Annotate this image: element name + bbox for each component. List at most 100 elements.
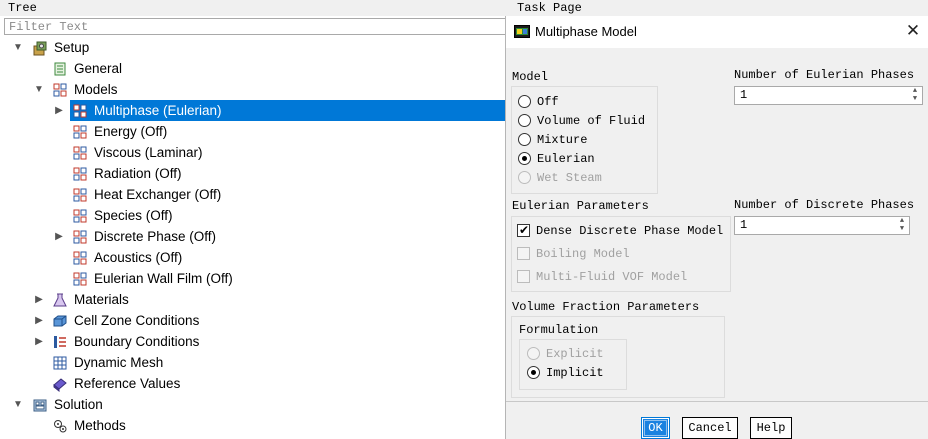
tree-item-label: General [74, 61, 123, 76]
checkbox [517, 270, 530, 283]
collapse-arrow-icon[interactable]: ▼ [33, 79, 45, 100]
model-icon [72, 271, 88, 287]
model-icon [72, 229, 88, 245]
checkbox[interactable]: ✔ [517, 223, 530, 237]
spin-down-icon[interactable]: ▼ [908, 95, 922, 103]
model-icon [72, 208, 88, 224]
tree-item-label: Boundary Conditions [74, 334, 200, 349]
model-icon [72, 145, 88, 161]
tree-item-dynamic-mesh[interactable]: Dynamic Mesh [0, 352, 510, 373]
radio-button [518, 171, 531, 184]
volume-fraction-parameters-group: Formulation Explicit Implicit [511, 316, 725, 398]
tree-item-label: Solution [54, 397, 103, 412]
model-icon [72, 124, 88, 140]
cell-zone-icon [52, 313, 68, 329]
expand-arrow-icon[interactable]: ▶ [33, 310, 45, 331]
methods-icon [52, 418, 68, 434]
reference-values-icon [52, 376, 68, 393]
cancel-button[interactable]: Cancel [682, 417, 738, 439]
tree-item-methods[interactable]: Methods [0, 415, 510, 436]
tree-item-heat-exchanger[interactable]: Heat Exchanger (Off) [0, 184, 510, 205]
tree-item-label: Setup [54, 40, 90, 55]
tree-pane-header: Tree [0, 0, 510, 16]
tree-item-setup[interactable]: ▼ Setup [0, 37, 510, 58]
tree-item-cell-zone-conditions[interactable]: ▶ Cell Zone Conditions [0, 310, 510, 331]
dynamic-mesh-icon [52, 355, 68, 371]
model-icon [72, 250, 88, 266]
tree-item-eulerian-wall-film[interactable]: Eulerian Wall Film (Off) [0, 268, 510, 289]
tree-item-label: Dynamic Mesh [74, 355, 164, 370]
tree-item-energy[interactable]: Energy (Off) [0, 121, 510, 142]
tree-item-solution[interactable]: ▼ Solution [0, 394, 510, 415]
tree-item-label: Methods [74, 418, 126, 433]
radio-button [527, 347, 540, 360]
close-icon[interactable]: ✕ [904, 22, 922, 40]
spin-up-icon[interactable]: ▲ [908, 87, 922, 95]
tree-item-viscous[interactable]: Viscous (Laminar) [0, 142, 510, 163]
model-icon [72, 103, 88, 119]
tree-item-materials[interactable]: ▶ Materials [0, 289, 510, 310]
expand-arrow-icon[interactable]: ▶ [53, 226, 65, 247]
dialog-titlebar[interactable]: Multiphase Model ✕ [506, 16, 928, 48]
tree-item-label: Heat Exchanger (Off) [94, 187, 222, 202]
expand-arrow-icon[interactable]: ▶ [33, 331, 45, 352]
expand-arrow-icon[interactable]: ▶ [53, 100, 65, 121]
eulerian-parameters-label: Eulerian Parameters [512, 199, 649, 213]
tree-item-reference-values[interactable]: Reference Values [0, 373, 510, 394]
tree-item-label: Energy (Off) [94, 124, 168, 139]
tree-item-multiphase[interactable]: ▶ Multiphase (Eulerian) [0, 100, 510, 121]
radio-button[interactable] [518, 152, 531, 165]
formulation-label: Formulation [519, 323, 599, 337]
spin-up-icon[interactable]: ▲ [895, 217, 909, 225]
tree-item-label: Discrete Phase (Off) [94, 229, 217, 244]
tree-item-label: Multiphase (Eulerian) [94, 103, 222, 118]
model-icon [72, 187, 88, 203]
dialog-title: Multiphase Model [535, 24, 637, 39]
radio-button[interactable] [518, 133, 531, 146]
volume-fraction-parameters-label: Volume Fraction Parameters [512, 300, 700, 314]
tree-item-radiation[interactable]: Radiation (Off) [0, 163, 510, 184]
tree-item-models[interactable]: ▼ Models [0, 79, 510, 100]
collapse-arrow-icon[interactable]: ▼ [12, 37, 24, 58]
general-icon [52, 61, 68, 77]
collapse-arrow-icon[interactable]: ▼ [12, 394, 24, 415]
eulerian-parameters-group: ✔ Dense Discrete Phase Model Boiling Mode… [511, 216, 731, 292]
radio-button[interactable] [518, 95, 531, 108]
spinner-arrows: ▲ ▼ [908, 87, 922, 104]
tree-item-label: Materials [74, 292, 129, 307]
spinner-value: 1 [740, 88, 748, 102]
radio-selected-dot [522, 156, 527, 161]
tree-item-general[interactable]: General [0, 58, 510, 79]
tree-item-label: Eulerian Wall Film (Off) [94, 271, 233, 286]
formulation-group: Explicit Implicit [519, 339, 627, 390]
tree-item-species[interactable]: Species (Off) [0, 205, 510, 226]
radio-button[interactable] [518, 114, 531, 127]
tree-item-label: Models [74, 82, 118, 97]
num-eulerian-phases-label: Number of Eulerian Phases [734, 68, 915, 82]
checkbox [517, 247, 530, 260]
dialog-body: Model Off Volume of Fluid Mixture Euleri… [506, 48, 928, 439]
radio-button[interactable] [527, 366, 540, 379]
fluent-app-icon [514, 25, 530, 38]
model-icon [72, 166, 88, 182]
model-group-label: Model [512, 70, 549, 84]
multiphase-model-dialog: Multiphase Model ✕ Model Off Volume of F… [505, 16, 928, 439]
outline-tree: ▼ Setup General ▼ Models ▶ Multiphase (E… [0, 16, 510, 439]
tree-item-label: Radiation (Off) [94, 166, 182, 181]
help-button[interactable]: Help [750, 417, 792, 439]
num-discrete-phases-label: Number of Discrete Phases [734, 198, 915, 212]
tree-item-discrete-phase[interactable]: ▶ Discrete Phase (Off) [0, 226, 510, 247]
num-eulerian-phases-input[interactable]: 1 ▲ ▼ [734, 86, 923, 105]
models-icon [52, 82, 68, 98]
setup-icon [32, 40, 48, 56]
model-group: Off Volume of Fluid Mixture Eulerian Wet… [511, 86, 658, 194]
ok-button[interactable]: OK [641, 417, 670, 439]
expand-arrow-icon[interactable]: ▶ [33, 289, 45, 310]
tree-item-label: Species (Off) [94, 208, 173, 223]
tree-item-boundary-conditions[interactable]: ▶ Boundary Conditions [0, 331, 510, 352]
filter-text-input[interactable] [4, 18, 510, 35]
spin-down-icon[interactable]: ▼ [895, 225, 909, 233]
num-discrete-phases-input[interactable]: 1 ▲ ▼ [734, 216, 910, 235]
boundary-conditions-icon [52, 334, 68, 350]
tree-item-acoustics[interactable]: Acoustics (Off) [0, 247, 510, 268]
